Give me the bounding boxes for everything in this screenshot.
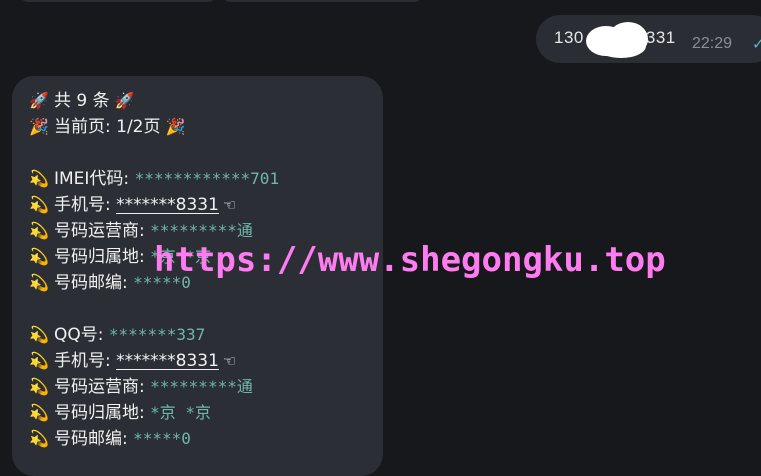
result-field-line: 💫 IMEI代码: ************701	[28, 166, 279, 192]
previous-message-stub	[222, 0, 422, 2]
field-value: *京 *京	[150, 247, 212, 266]
party-popper-icon: 🎉	[165, 117, 186, 136]
result-field-line: 💫 号码归属地: *京 *京	[28, 244, 279, 270]
message-timestamp: 22:29	[692, 35, 733, 52]
field-label: 号码邮编:	[54, 273, 128, 293]
previous-message-stub	[20, 0, 216, 2]
phone-link[interactable]: *******8331	[116, 351, 219, 371]
field-value: *****0	[133, 429, 191, 448]
redaction-mark	[586, 22, 654, 58]
field-label: 号码邮编:	[54, 429, 128, 449]
field-label: QQ号:	[54, 325, 104, 345]
dizzy-icon: 💫	[29, 247, 49, 266]
dizzy-icon: 💫	[29, 377, 49, 396]
field-value: *********通	[150, 221, 253, 240]
field-value: *****0	[133, 273, 191, 292]
result-page-line: 🎉 当前页: 1/2页 🎉	[28, 114, 279, 140]
pointing-hand-icon: ☜	[222, 352, 237, 370]
field-label: 号码归属地:	[54, 403, 145, 423]
incoming-result-message[interactable]: 🚀 共 9 条 🚀 🎉 当前页: 1/2页 🎉 💫 IMEI代码: ***********…	[12, 76, 383, 476]
result-field-line: 💫 号码邮编: *****0	[28, 270, 279, 296]
result-field-line: 💫 手机号: *******8331 ☜	[28, 192, 279, 218]
phone-link[interactable]: *******8331	[116, 195, 219, 215]
dizzy-icon: 💫	[29, 169, 49, 188]
dizzy-icon: 💫	[29, 221, 49, 240]
field-label: 手机号:	[54, 351, 111, 371]
result-field-line: 💫 号码归属地: *京 *京	[28, 400, 279, 426]
result-field-line: 💫 QQ号: *******337	[28, 322, 279, 348]
dizzy-icon: 💫	[29, 195, 49, 214]
dizzy-icon: 💫	[29, 429, 49, 448]
result-lines: 🚀 共 9 条 🚀 🎉 当前页: 1/2页 🎉 💫 IMEI代码: ***********…	[28, 88, 279, 452]
outgoing-message[interactable]: 130 331 22:29 ✓	[536, 15, 761, 63]
field-value: *********通	[150, 377, 253, 396]
party-popper-icon: 🎉	[29, 117, 49, 136]
field-value: ************701	[134, 169, 280, 188]
field-label: 号码运营商:	[54, 221, 145, 241]
dizzy-icon: 💫	[29, 351, 49, 370]
field-label: IMEI代码:	[54, 169, 130, 189]
field-label: 手机号:	[54, 195, 111, 215]
result-field-line: 💫 号码邮编: *****0	[28, 426, 279, 452]
dizzy-icon: 💫	[29, 403, 49, 422]
rocket-icon: 🚀	[29, 91, 49, 110]
rocket-icon: 🚀	[114, 91, 135, 110]
field-value: *******337	[108, 325, 206, 344]
result-groups: 💫 IMEI代码: ************701 💫 手机号: *******833…	[28, 166, 279, 452]
pointing-hand-icon: ☜	[222, 196, 237, 214]
field-label: 号码归属地:	[54, 247, 145, 267]
field-value: *京 *京	[150, 403, 212, 422]
dizzy-icon: 💫	[29, 325, 49, 344]
result-field-line: 💫 号码运营商: *********通	[28, 374, 279, 400]
result-field-line: 💫 号码运营商: *********通	[28, 218, 279, 244]
dizzy-icon: 💫	[29, 273, 49, 292]
check-icon: ✓	[752, 35, 761, 53]
result-total-line: 🚀 共 9 条 🚀	[28, 88, 279, 114]
field-label: 号码运营商:	[54, 377, 145, 397]
result-field-line: 💫 手机号: *******8331 ☜	[28, 348, 279, 374]
